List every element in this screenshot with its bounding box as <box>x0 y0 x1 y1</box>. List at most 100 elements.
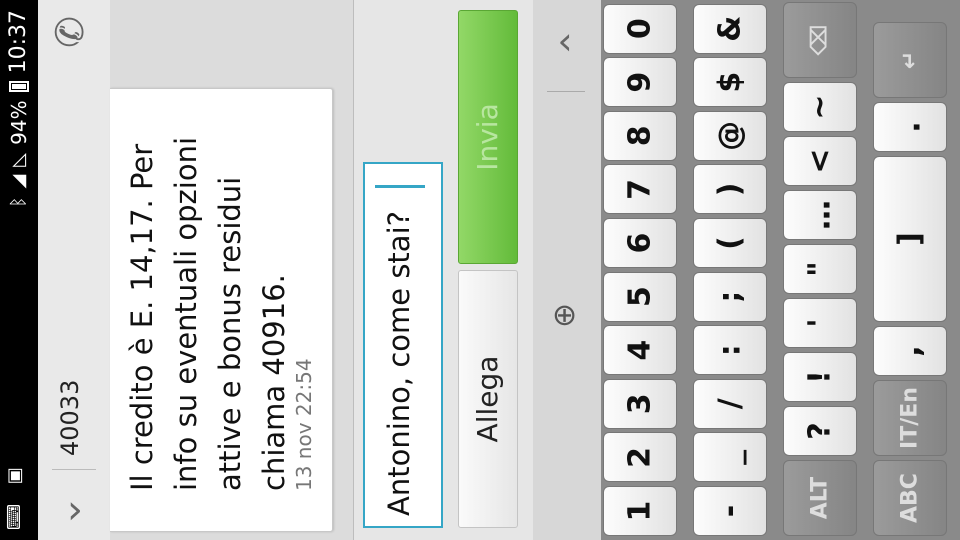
key-symbol2-3[interactable]: ' <box>783 298 857 348</box>
send-button[interactable]: Invia <box>458 10 518 264</box>
key-symbol2-5[interactable]: … <box>783 190 857 240</box>
space-key-label: ] <box>892 232 928 246</box>
conversation-header: › 40033 ✆ <box>38 0 111 540</box>
key-symbol-7-label: ) <box>712 182 748 197</box>
clock: 10:37 <box>6 10 31 74</box>
keyboard: 1 2 3 4 5 6 7 8 9 0 - _ /:; () @ $ & ALT?! ' " … < ~ ⌫ ABC IT/… <box>601 0 960 540</box>
key-symbol-9-label: $ <box>712 71 748 93</box>
key-symbol2-2[interactable]: ! <box>783 352 857 402</box>
message-input-value: Antonino, come stai? <box>382 210 416 516</box>
key-6-label: 6 <box>622 232 658 254</box>
messaging-screen: { "status_bar": { "time": "10:37", "batt… <box>0 0 960 540</box>
key-symbol-1-label: - <box>712 504 748 518</box>
alt-key[interactable]: ALT <box>783 460 857 536</box>
chevron-down-icon[interactable]: › <box>67 487 83 533</box>
message-input[interactable]: Antonino, come stai? <box>363 162 443 528</box>
wifi-icon: ◢ <box>8 174 29 189</box>
key-symbol2-6-label: < <box>802 148 838 174</box>
key-symbol-3[interactable]: / <box>693 378 767 429</box>
key-3-label: 3 <box>622 393 658 415</box>
key-8[interactable]: 8 <box>603 110 677 161</box>
key-1-label: 1 <box>622 500 658 522</box>
key-10[interactable]: 0 <box>603 3 677 54</box>
key-symbol-4[interactable]: : <box>693 325 767 376</box>
language-key[interactable]: IT/En <box>873 380 947 456</box>
enter-key-label: ↵ <box>897 50 923 70</box>
key-symbol2-1-label: ? <box>802 422 838 440</box>
key-symbol-6-label: ( <box>712 236 748 250</box>
comma-key-label: , <box>892 345 928 357</box>
message-timestamp: 13 nov 22:54 <box>292 358 316 491</box>
globe-icon[interactable]: ⊕ <box>547 303 582 328</box>
status-right: ᛒ ◢ ◺ 94% 10:37 <box>6 10 31 207</box>
keyboard-row-4: ABC IT/En,]. ↵ <box>873 0 960 540</box>
key-3[interactable]: 3 <box>603 378 677 429</box>
keyboard-toolbar: ⊕ › <box>533 0 601 540</box>
key-7-label: 7 <box>622 178 658 200</box>
key-1[interactable]: 1 <box>603 486 677 536</box>
phone-icon[interactable]: ✆ <box>48 16 92 48</box>
alt-key-label: ALT <box>807 476 833 520</box>
key-10-label: 0 <box>622 18 658 40</box>
key-symbol-2-label: _ <box>712 449 748 465</box>
status-bar: ⌨ ▣ ᛒ ◢ ◺ 94% 10:37 <box>0 0 38 540</box>
key-symbol2-4[interactable]: " <box>783 244 857 294</box>
key-symbol-5-label: ; <box>712 290 748 303</box>
key-symbol2-5-label: … <box>802 200 838 230</box>
key-5[interactable]: 5 <box>603 271 677 322</box>
key-5-label: 5 <box>622 286 658 308</box>
battery-icon <box>8 81 29 93</box>
image-icon: ▣ <box>4 467 25 485</box>
message-bubble[interactable]: Il credito è E. 14,17. Per info su event… <box>110 88 333 532</box>
key-2[interactable]: 2 <box>603 432 677 483</box>
key-symbol-10[interactable]: & <box>693 3 767 54</box>
keyboard-icon: ⌨ <box>4 504 25 530</box>
key-symbol-10-label: & <box>712 15 748 42</box>
toolbar-divider <box>547 91 585 92</box>
key-symbol2-6[interactable]: < <box>783 136 857 186</box>
space-key[interactable]: ] <box>873 156 947 322</box>
contact-name: 40033 <box>56 379 84 456</box>
key-symbol-2[interactable]: _ <box>693 432 767 483</box>
key-7[interactable]: 7 <box>603 164 677 215</box>
key-symbol-4-label: : <box>712 344 748 357</box>
key-symbol-8-label: @ <box>712 120 748 151</box>
signal-icon: ◺ <box>8 152 29 167</box>
key-symbol-3-label: / <box>712 398 748 410</box>
period-key-label: . <box>892 121 928 133</box>
key-9[interactable]: 9 <box>603 57 677 108</box>
enter-key[interactable]: ↵ <box>873 22 947 98</box>
backspace-key-label: ⌫ <box>807 24 833 56</box>
comma-key[interactable]: , <box>873 326 947 376</box>
key-4-label: 4 <box>622 339 658 361</box>
message-text: Il credito è E. 14,17. Per info su event… <box>125 136 291 491</box>
key-symbol-6[interactable]: ( <box>693 218 767 268</box>
abc-key[interactable]: ABC <box>873 460 947 536</box>
key-2-label: 2 <box>622 446 658 468</box>
period-key[interactable]: . <box>873 102 947 152</box>
keyboard-row-3: ALT?! ' " … < ~ ⌫ <box>783 0 871 540</box>
key-symbol-1[interactable]: - <box>693 486 767 536</box>
key-6[interactable]: 6 <box>603 218 677 268</box>
key-symbol2-7-label: ~ <box>802 94 838 120</box>
key-symbol2-7[interactable]: ~ <box>783 82 857 132</box>
key-symbol2-3-label: ' <box>802 318 838 328</box>
battery-percent: 94% <box>6 100 31 145</box>
key-8-label: 8 <box>622 125 658 147</box>
header-divider <box>52 469 96 470</box>
key-symbol2-1[interactable]: ? <box>783 406 857 456</box>
language-key-label: IT/En <box>897 387 923 449</box>
message-list[interactable]: Il credito è E. 14,17. Per info su event… <box>110 0 353 540</box>
key-4[interactable]: 4 <box>603 325 677 376</box>
keyboard-row-2: - _ /:; () @ $ & <box>693 0 781 540</box>
keyboard-row-1: 1 2 3 4 5 6 7 8 9 0 <box>603 0 691 540</box>
key-symbol-7[interactable]: ) <box>693 164 767 215</box>
key-symbol-5[interactable]: ; <box>693 271 767 322</box>
backspace-key[interactable]: ⌫ <box>783 2 857 78</box>
chevron-right-icon[interactable]: › <box>557 22 572 66</box>
attach-button[interactable]: Allega <box>458 270 518 528</box>
key-symbol2-4-label: " <box>802 261 838 277</box>
key-symbol-8[interactable]: @ <box>693 110 767 161</box>
key-symbol-9[interactable]: $ <box>693 57 767 108</box>
key-9-label: 9 <box>622 71 658 93</box>
